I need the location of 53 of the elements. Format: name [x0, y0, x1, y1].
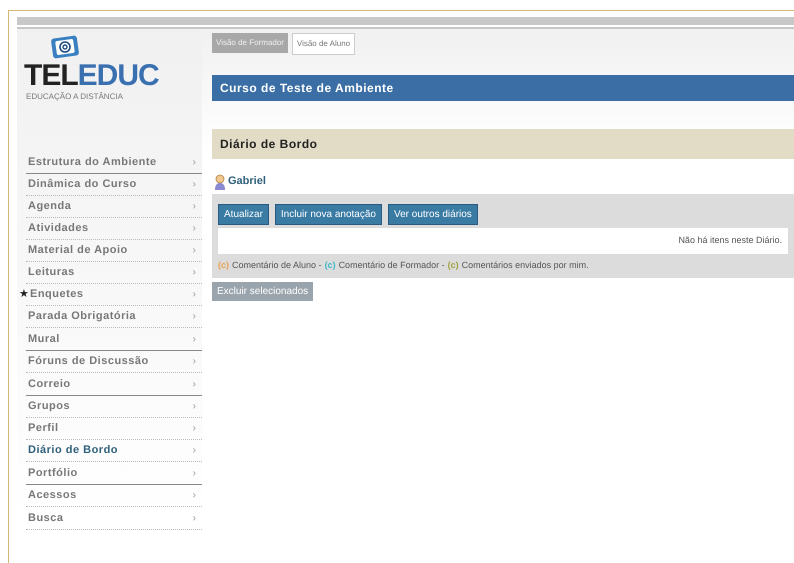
chevron-icon: › — [192, 488, 196, 503]
menu-item[interactable]: Dinâmica do Curso — [28, 176, 193, 193]
menu-item[interactable]: Enquetes — [30, 286, 193, 303]
chevron-icon: › — [192, 265, 196, 280]
empty-message: Não há itens neste Diário. — [678, 234, 782, 247]
chevron-icon: › — [192, 309, 196, 324]
logo-title: TELEDUC — [24, 61, 159, 91]
chevron-icon: › — [192, 443, 196, 458]
menu-item[interactable]: Perfil — [28, 420, 193, 437]
legend-label: Comentários enviados por mim. — [462, 258, 589, 272]
star-icon: ★ — [19, 286, 29, 303]
legend-label: Comentário de Aluno - — [232, 258, 322, 272]
menu-item[interactable]: Diário de Bordo — [28, 442, 193, 459]
delete-selected-button[interactable]: Excluir selecionados — [212, 282, 314, 301]
menu-item[interactable]: Portfólio — [28, 464, 193, 482]
section-title-bar: Diário de Bordo — [212, 129, 794, 159]
chevron-icon: › — [192, 154, 196, 170]
menu-item[interactable]: Acessos — [28, 487, 193, 504]
chevron-icon: › — [192, 421, 196, 436]
chevron-icon: › — [192, 332, 196, 346]
action-button[interactable]: Ver outros diários — [388, 204, 478, 224]
menu-item[interactable]: Material de Apoio — [28, 242, 193, 259]
legend-mark: (c) — [448, 258, 459, 272]
action-button[interactable]: Atualizar — [218, 204, 269, 224]
menu-item[interactable]: Estrutura do Ambiente — [28, 154, 193, 170]
chevron-icon: › — [192, 243, 196, 258]
menu-item[interactable]: Parada Obrigatória — [28, 308, 193, 325]
chevron-icon: › — [192, 287, 196, 302]
chevron-icon: › — [192, 466, 196, 480]
menu-item[interactable]: Grupos — [28, 398, 193, 415]
action-button[interactable]: Incluir nova anotação — [274, 204, 382, 224]
user-name: Gabriel — [228, 174, 266, 189]
chevron-icon: › — [192, 221, 196, 236]
course-title-bar: Curso de Teste de Ambiente — [212, 75, 794, 101]
menu-item[interactable]: Leituras — [28, 264, 193, 281]
legend-mark: (c) — [324, 258, 336, 272]
logo-tagline: EDUCAÇÃO A DISTÂNCIA — [26, 91, 123, 103]
menu-item[interactable]: Busca — [28, 510, 193, 526]
chevron-icon: › — [192, 199, 196, 214]
menu-item[interactable]: Agenda — [28, 198, 193, 215]
chevron-icon: › — [192, 354, 196, 369]
menu-item[interactable]: Atividades — [28, 220, 193, 237]
chevron-icon: › — [192, 399, 196, 414]
legend-label: Comentário de Formador - — [338, 258, 445, 272]
user-icon — [214, 174, 226, 190]
chevron-icon: › — [192, 177, 196, 192]
menu-item[interactable]: Fóruns de Discussão — [28, 353, 193, 370]
chevron-icon: › — [192, 376, 196, 392]
legend-mark: (c) — [218, 258, 229, 272]
chevron-icon: › — [192, 510, 196, 526]
menu-item[interactable]: Mural — [28, 330, 193, 348]
view-tab[interactable]: Visão de Aluno — [292, 33, 356, 55]
menu-item[interactable]: Correio — [28, 376, 193, 392]
